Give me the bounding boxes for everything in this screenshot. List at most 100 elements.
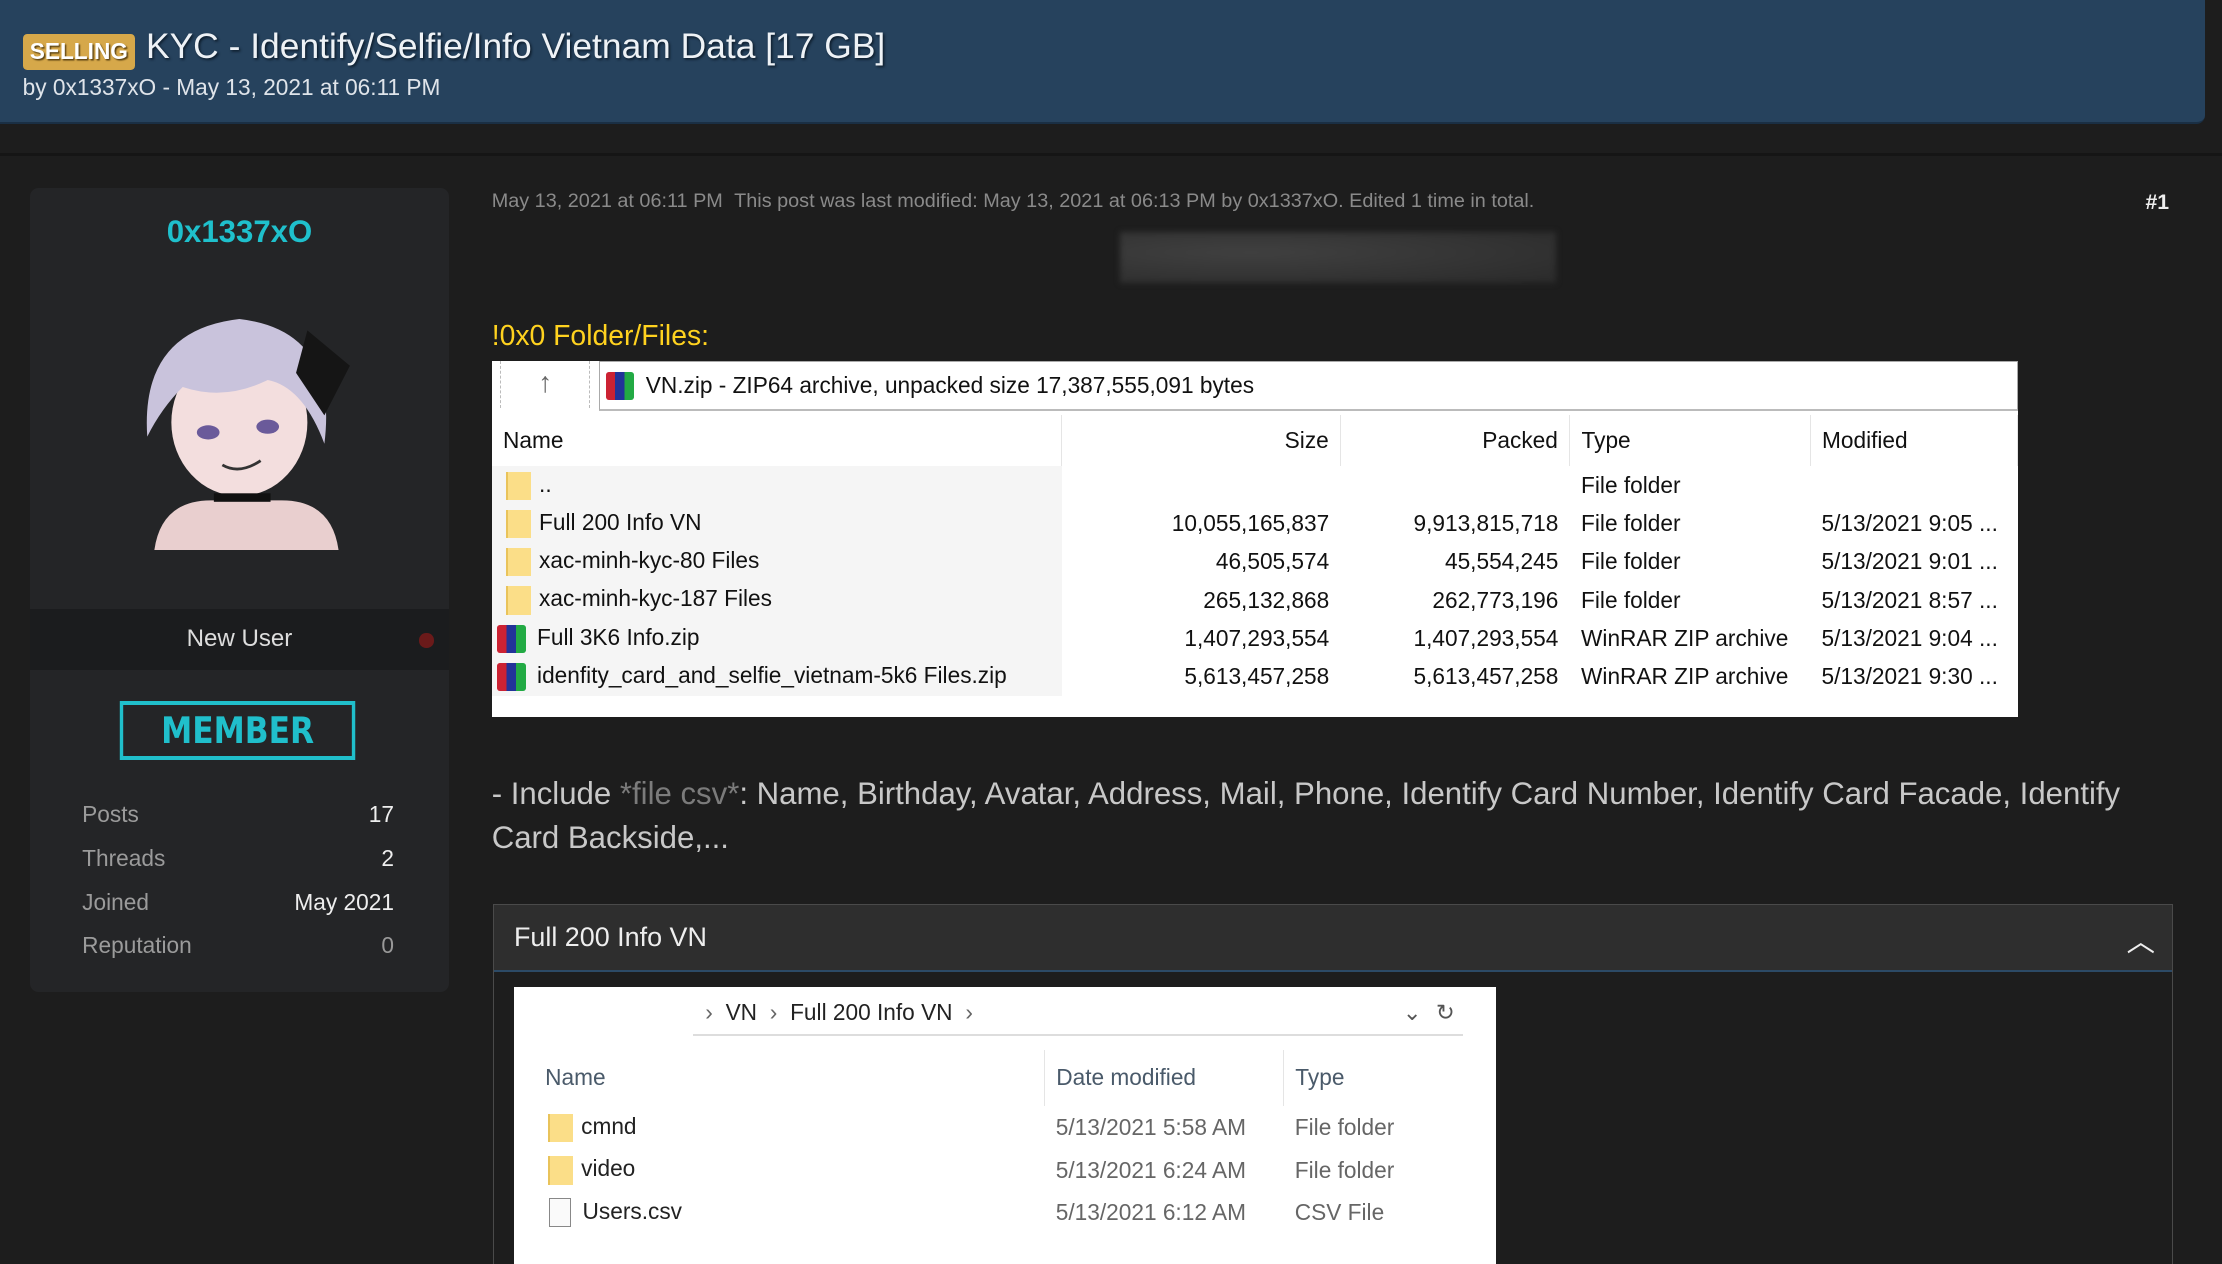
col-size: Size xyxy=(1061,415,1342,467)
file-date: 5/13/2021 6:24 AM xyxy=(1055,1156,1246,1183)
archive-row[interactable]: Full 3K6 Info.zip 1,407,293,554 1,407,29… xyxy=(491,619,2018,658)
stat-joined: Joined May 2021 xyxy=(82,889,394,916)
winrar-archive-icon xyxy=(497,662,526,692)
explorer-row[interactable]: video 5/13/2021 6:24 AM File folder xyxy=(534,1149,1406,1192)
avatar[interactable] xyxy=(126,302,353,550)
post-number-link[interactable]: #1 xyxy=(2145,190,2169,215)
post-description: - Include *file csv*: Name, Birthday, Av… xyxy=(492,772,2164,860)
username-link[interactable]: 0x1337xO xyxy=(30,214,449,250)
breadcrumb: › VN › Full 200 Info VN › ⌄ ↻ xyxy=(692,992,1464,1037)
folder-icon xyxy=(505,509,531,539)
post-date: May 13, 2021 at 06:11 PM xyxy=(491,189,723,212)
stat-label: Threads xyxy=(82,844,166,871)
stat-threads: Threads 2 xyxy=(82,845,394,872)
file-icon xyxy=(549,1198,572,1228)
explorer-row[interactable]: cmnd 5/13/2021 5:58 AM File folder xyxy=(534,1106,1406,1149)
file-packed: 5,613,457,258 xyxy=(1413,663,1559,690)
stat-value: May 2021 xyxy=(294,888,394,915)
breadcrumb-item: VN xyxy=(725,999,758,1026)
file-type: File folder xyxy=(1294,1156,1395,1183)
file-modified: 5/13/2021 9:30 ... xyxy=(1821,663,1998,690)
stat-label: Reputation xyxy=(82,932,192,959)
folder-icon xyxy=(505,586,531,615)
winrar-archive-icon xyxy=(497,624,526,653)
thread-byline: by 0x1337xO - May 13, 2021 at 06:11 PM xyxy=(22,73,441,100)
desc-prefix: - Include xyxy=(491,776,620,812)
file-date: 5/13/2021 5:58 AM xyxy=(1055,1114,1246,1141)
folder-icon xyxy=(505,548,531,577)
file-modified: 5/13/2021 9:01 ... xyxy=(1821,548,1998,575)
up-arrow-icon: ↑ xyxy=(500,361,591,409)
file-modified xyxy=(1810,466,2017,504)
file-size xyxy=(1062,466,1341,504)
file-modified: 5/13/2021 9:05 ... xyxy=(1821,510,1998,537)
post-modified-note: This post was last modified: May 13, 202… xyxy=(734,189,1535,212)
user-title: New User xyxy=(186,624,293,652)
refresh-icon: ↻ xyxy=(1435,999,1455,1026)
file-type: File folder xyxy=(1581,586,1681,613)
selling-badge: SELLING xyxy=(22,34,136,70)
post-meta: May 13, 2021 at 06:11 PM This post was la… xyxy=(492,190,1535,213)
archive-row[interactable]: xac-minh-kyc-80 Files 46,505,574 45,554,… xyxy=(491,542,2018,581)
stat-label: Posts xyxy=(82,800,139,827)
file-size: 1,407,293,554 xyxy=(1184,624,1330,651)
file-modified: 5/13/2021 9:04 ... xyxy=(1821,624,1998,651)
user-rank-band: New User xyxy=(29,609,450,671)
stat-value: 17 xyxy=(368,800,394,827)
file-name: Full 3K6 Info.zip xyxy=(491,619,1062,658)
archive-path: VN.zip - ZIP64 archive, unpacked size 17… xyxy=(645,372,1255,399)
file-size: 46,505,574 xyxy=(1215,548,1330,575)
stat-value: 0 xyxy=(381,932,394,959)
col-name: Name xyxy=(533,1049,1045,1107)
file-name: video xyxy=(534,1149,1045,1192)
file-size: 10,055,165,837 xyxy=(1171,510,1330,537)
file-packed: 262,773,196 xyxy=(1432,586,1559,613)
explorer-row[interactable]: Users.csv 5/13/2021 6:12 AM CSV File xyxy=(534,1191,1406,1234)
file-type: WinRAR ZIP archive xyxy=(1581,624,1789,651)
archive-row[interactable]: idenfity_card_and_selfie_vietnam-5k6 Fil… xyxy=(491,657,2018,696)
desc-highlight: *file csv* xyxy=(619,776,740,812)
explorer-screenshot: › VN › Full 200 Info VN › ⌄ ↻ Name Date modif… xyxy=(513,987,1496,1264)
member-group-badge: MEMBER xyxy=(119,701,356,761)
file-name: xac-minh-kyc-187 Files xyxy=(491,580,1062,620)
blurred-content xyxy=(1119,232,1556,284)
file-modified: 5/13/2021 8:57 ... xyxy=(1821,586,1998,613)
archive-file-table: Name Size Packed Type Modified .. File f… xyxy=(491,415,2018,696)
user-card: 0x1337xO New User MEMBER Posts 17 Threads… xyxy=(29,188,450,992)
folder-icon xyxy=(505,471,531,500)
col-date: Date modified xyxy=(1044,1049,1284,1107)
archive-row[interactable]: .. File folder xyxy=(491,466,2018,505)
file-type: File folder xyxy=(1581,471,1681,498)
winrar-icon xyxy=(606,371,635,400)
stat-label: Joined xyxy=(82,888,149,915)
thread-header: SELLING KYC - Identify/Selfie/Info Vietn… xyxy=(0,0,2205,124)
thread-title: KYC - Identify/Selfie/Info Vietnam Data … xyxy=(145,25,886,66)
file-name: Users.csv xyxy=(534,1191,1045,1234)
file-name: idenfity_card_and_selfie_vietnam-5k6 Fil… xyxy=(491,657,1062,696)
file-type: WinRAR ZIP archive xyxy=(1581,663,1789,690)
spoiler-box: Full 200 Info VN ︿ › VN › Full 200 Info VN ›… xyxy=(493,904,2173,1264)
col-name: Name xyxy=(491,415,1063,467)
archive-address-bar: VN.zip - ZIP64 archive, unpacked size 17… xyxy=(599,361,2018,412)
file-packed: 1,407,293,554 xyxy=(1413,624,1559,651)
forum-page: SELLING KYC - Identify/Selfie/Info Vietn… xyxy=(0,0,2222,1264)
file-packed: 9,913,815,718 xyxy=(1413,510,1559,537)
breadcrumb-item: Full 200 Info VN xyxy=(790,999,953,1026)
spoiler-toggle[interactable]: Full 200 Info VN ︿ xyxy=(494,905,2172,973)
file-name: cmnd xyxy=(534,1106,1045,1149)
file-packed xyxy=(1341,466,1570,504)
col-type: Type xyxy=(1569,415,1811,467)
chevron-up-icon[interactable]: ︿ xyxy=(2127,919,2155,960)
stat-posts: Posts 17 xyxy=(82,801,394,828)
file-size: 5,613,457,258 xyxy=(1184,663,1330,690)
archive-row[interactable]: Full 200 Info VN 10,055,165,837 9,913,81… xyxy=(491,504,2018,543)
divider xyxy=(0,153,2222,156)
archive-row[interactable]: xac-minh-kyc-187 Files 265,132,868 262,7… xyxy=(491,580,2018,620)
file-packed: 45,554,245 xyxy=(1444,548,1559,575)
col-type: Type xyxy=(1295,1064,1345,1091)
winrar-screenshot: ↑ VN.zip - ZIP64 archive, unpacked size … xyxy=(491,361,2018,718)
post-heading: !0x0 Folder/Files: xyxy=(491,320,709,353)
explorer-file-table: Name Date modified Type cmnd 5/13/2021 5… xyxy=(533,1049,1406,1234)
stat-reputation: Reputation 0 xyxy=(82,932,394,959)
stat-value: 2 xyxy=(381,844,394,871)
